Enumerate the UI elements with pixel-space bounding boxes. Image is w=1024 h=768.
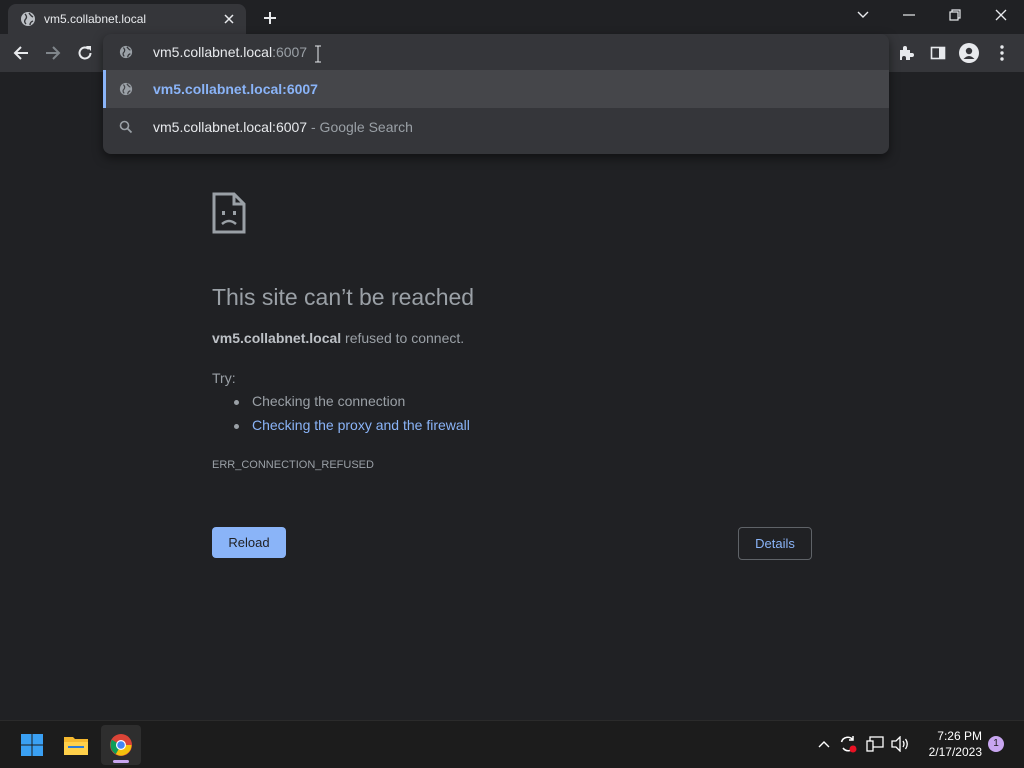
tab-strip: vm5.collabnet.local <box>0 0 1024 34</box>
error-message: refused to connect. <box>341 330 465 346</box>
active-app-indicator <box>113 760 129 763</box>
taskbar <box>0 720 1024 768</box>
menu-kebab-icon[interactable] <box>988 39 1016 67</box>
start-button[interactable] <box>12 725 52 765</box>
network-icon[interactable] <box>864 733 886 755</box>
tab-search-icon[interactable] <box>840 0 886 30</box>
tab-title: vm5.collabnet.local <box>44 12 147 26</box>
suggestion-query: vm5.collabnet.local:6007 <box>153 119 308 135</box>
suggestion-search[interactable]: vm5.collabnet.local:6007 - Google Search <box>103 108 889 146</box>
system-clock[interactable]: 7:26 PM 2/17/2023 <box>916 728 982 760</box>
restore-button[interactable] <box>932 0 978 30</box>
suggestion-text: vm5.collabnet.local:6007 <box>153 81 318 97</box>
globe-icon <box>117 43 135 61</box>
try-label: Try: <box>212 370 236 386</box>
error-suggestions: Checking the connection Checking the pro… <box>232 393 470 441</box>
clock-date: 2/17/2023 <box>928 745 982 759</box>
browser-tab[interactable]: vm5.collabnet.local <box>8 4 246 34</box>
suggestion-check-connection: Checking the connection <box>232 393 470 417</box>
error-description: vm5.collabnet.local refused to connect. <box>212 330 464 346</box>
text-cursor-icon <box>313 45 323 63</box>
sync-error-icon[interactable] <box>837 733 859 755</box>
reload-icon[interactable] <box>71 39 99 67</box>
address-autocomplete-text: :6007 <box>272 44 308 60</box>
sad-page-icon <box>212 192 246 234</box>
address-input[interactable]: vm5.collabnet.local:6007 <box>153 44 307 60</box>
omnibox-popup: vm5.collabnet.local:6007 vm5.collabnet.l… <box>103 34 889 154</box>
suggestion-source: - Google Search <box>307 119 413 135</box>
suggestion-url[interactable]: vm5.collabnet.local:6007 <box>103 70 889 108</box>
back-button[interactable] <box>7 39 35 67</box>
forward-button[interactable] <box>39 39 67 67</box>
error-title: This site can’t be reached <box>212 284 475 310</box>
extensions-icon[interactable] <box>892 39 920 67</box>
profile-avatar-icon[interactable] <box>955 39 983 67</box>
chrome-taskbar-icon[interactable] <box>101 725 141 765</box>
details-button[interactable]: Details <box>738 527 812 560</box>
reload-button[interactable]: Reload <box>212 527 286 558</box>
show-hidden-icons-chevron-icon[interactable] <box>813 733 835 755</box>
volume-icon[interactable] <box>889 733 911 755</box>
new-tab-button[interactable] <box>258 6 282 30</box>
suggestion-check-proxy-link[interactable]: Checking the proxy and the firewall <box>232 417 470 441</box>
address-bar[interactable]: vm5.collabnet.local:6007 <box>103 34 889 70</box>
error-host: vm5.collabnet.local <box>212 330 342 346</box>
suggestion-text: vm5.collabnet.local:6007 - Google Search <box>153 119 413 135</box>
search-icon <box>117 118 135 136</box>
globe-icon <box>117 80 135 98</box>
minimize-button[interactable] <box>886 0 932 30</box>
globe-icon <box>20 11 36 27</box>
notification-badge[interactable]: 1 <box>988 736 1004 752</box>
close-tab-icon[interactable] <box>220 10 238 28</box>
close-window-button[interactable] <box>978 0 1024 30</box>
address-typed-text: vm5.collabnet.local <box>153 44 273 60</box>
side-panel-icon[interactable] <box>924 39 952 67</box>
clock-time: 7:26 PM <box>937 729 982 743</box>
file-explorer-icon[interactable] <box>56 725 96 765</box>
error-code: ERR_CONNECTION_REFUSED <box>212 459 374 471</box>
